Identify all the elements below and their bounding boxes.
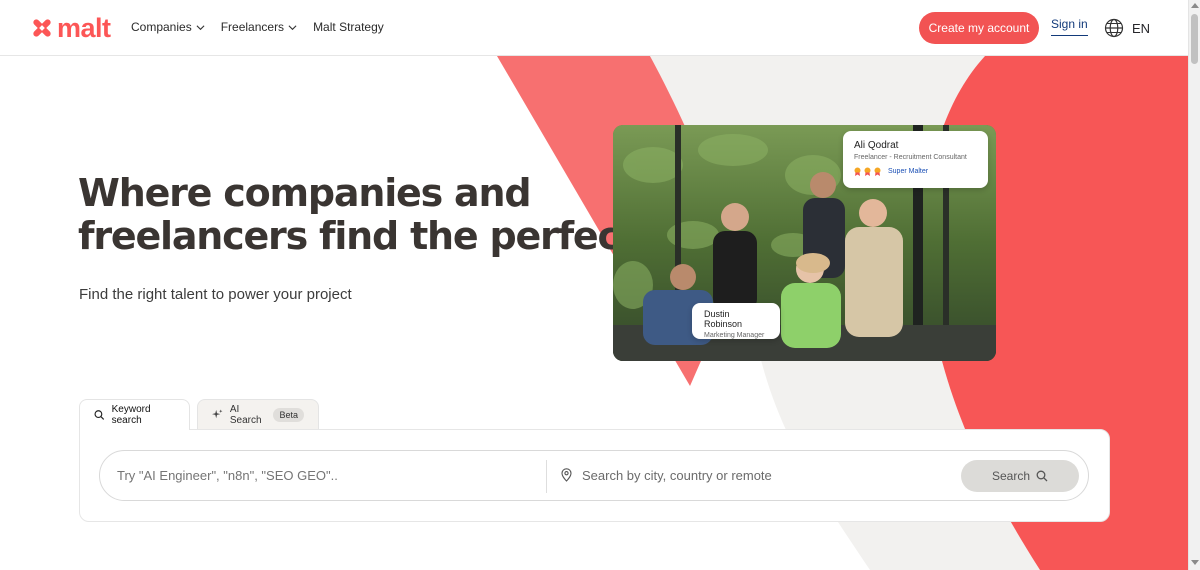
search-bar: Search by city, country or remote Search (99, 450, 1089, 501)
nav-freelancers-label: Freelancers (220, 20, 285, 34)
keyword-search-input[interactable] (117, 468, 517, 483)
tab-ai-search[interactable]: AI Search Beta (197, 399, 319, 429)
tab-ai-label: AI Search (229, 403, 262, 426)
language-label: EN (1132, 20, 1151, 36)
client-name: Dustin Robinson (704, 309, 743, 329)
nav-companies[interactable]: Companies (131, 20, 205, 34)
tab-keyword-search[interactable]: Keyword search (79, 399, 190, 430)
search-divider (546, 460, 547, 493)
badge-label: Super Malter (888, 168, 929, 175)
beta-badge: Beta (273, 407, 304, 422)
scrollbar-thumb[interactable] (1191, 14, 1198, 64)
tab-keyword-label: Keyword search (111, 404, 151, 426)
freelancer-role: Freelancer - Recruitment Consultant (854, 154, 967, 161)
nav-malt-strategy-label: Malt Strategy (313, 20, 384, 34)
search-icon (1036, 470, 1048, 482)
chevron-down-icon (196, 24, 205, 30)
language-selector[interactable]: EN (1104, 18, 1150, 38)
medal-icon (864, 167, 871, 176)
hero-headline: Where companies and freelancers find the… (78, 171, 693, 258)
nav-freelancers[interactable]: Freelancers (221, 20, 297, 34)
search-button-label: Search (991, 469, 1031, 483)
location-search-input[interactable]: Search by city, country or remote (582, 468, 772, 483)
scroll-up-arrow-icon[interactable] (1191, 3, 1199, 8)
chevron-down-icon (288, 24, 297, 30)
malt-logo-icon (33, 19, 51, 37)
headline-line-1: Where companies and (78, 171, 532, 215)
freelancer-card-ali: Ali Qodrat Freelancer - Recruitment Cons… (843, 131, 988, 188)
search-icon (94, 410, 105, 420)
scroll-down-arrow-icon[interactable] (1191, 560, 1199, 565)
freelancer-name: Ali Qodrat (854, 140, 899, 151)
headline-line-2: freelancers find the perfect fit (78, 214, 693, 258)
medal-icon (854, 167, 861, 176)
search-button[interactable]: Search (961, 460, 1079, 492)
client-card-dustin: Dustin Robinson Marketing Manager (692, 303, 780, 339)
super-malter-badge: Super Malter (854, 167, 977, 176)
create-account-button[interactable]: Create my account (919, 12, 1039, 44)
location-pin-icon (561, 468, 572, 482)
nav-companies-label: Companies (131, 20, 192, 34)
search-tabs: Keyword search AI Search Beta (79, 399, 319, 430)
main-nav: Companies Freelancers Malt Strategy (131, 20, 384, 34)
hero-subheadline: Find the right talent to power your proj… (79, 286, 352, 303)
nav-malt-strategy[interactable]: Malt Strategy (313, 20, 384, 34)
malt-logo[interactable]: malt (31, 13, 111, 43)
client-role: Marketing Manager (704, 332, 765, 339)
sign-in-link[interactable]: Sign in (1051, 17, 1088, 36)
medal-icon (874, 167, 881, 176)
logo-text: malt (57, 13, 111, 43)
page-scrollbar[interactable] (1188, 0, 1200, 570)
top-header: malt Companies Freelancers Malt Strategy… (0, 0, 1188, 56)
sparkle-icon (212, 409, 223, 419)
globe-icon (1104, 18, 1124, 38)
